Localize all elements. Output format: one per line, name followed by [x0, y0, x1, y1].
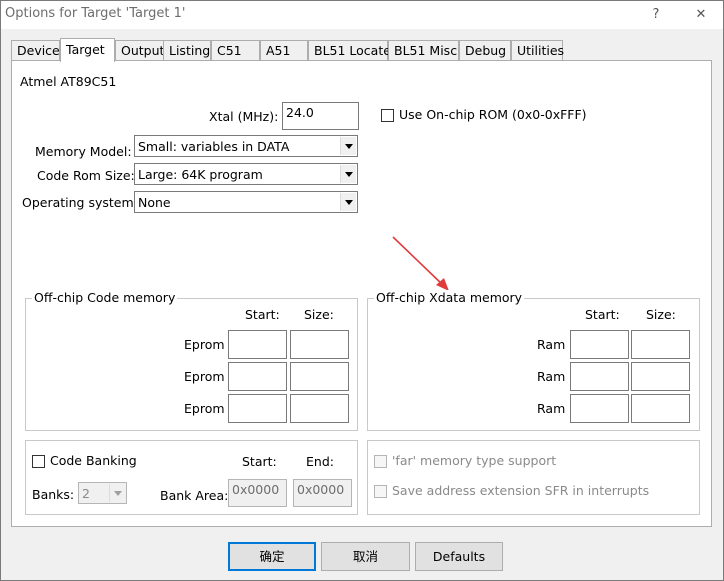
- use-onchip-rom-label: Use On-chip ROM (0x0-0xFFF): [399, 107, 587, 122]
- offchip-code-size-header: Size:: [304, 307, 334, 322]
- annotation-arrow-shaft: [392, 236, 446, 288]
- memory-model-label: Memory Model:: [35, 144, 132, 159]
- chevron-down-icon: [109, 484, 125, 502]
- bank-area-start-input[interactable]: 0x0000: [228, 479, 287, 507]
- tab-debug[interactable]: Debug: [459, 40, 511, 61]
- eprom-start-input[interactable]: [228, 362, 287, 391]
- device-name: Atmel AT89C51: [20, 74, 117, 89]
- offchip-xdata-size-header: Size:: [646, 307, 676, 322]
- far-memory-checkbox[interactable]: [374, 455, 387, 468]
- bank-area-label: Bank Area:: [160, 488, 229, 503]
- code-banking-label: Code Banking: [50, 453, 137, 468]
- save-sfr-label: Save address extension SFR in interrupts: [392, 483, 650, 498]
- use-onchip-rom-checkbox[interactable]: [381, 109, 394, 122]
- cancel-button[interactable]: 取消: [321, 542, 410, 571]
- chevron-down-icon: [340, 193, 356, 211]
- ok-button[interactable]: 确定: [228, 542, 316, 571]
- tab-c51[interactable]: C51: [211, 40, 260, 61]
- eprom-size-input[interactable]: [290, 330, 349, 359]
- offchip-xdata-start-header: Start:: [585, 307, 620, 322]
- operating-system-select[interactable]: None: [134, 191, 358, 213]
- ram-label: Ram: [537, 401, 566, 416]
- chevron-down-icon: [340, 137, 356, 155]
- eprom-label: Eprom: [184, 369, 225, 384]
- ram-label: Ram: [537, 369, 566, 384]
- bank-end-header: End:: [306, 454, 334, 469]
- xtal-label: Xtal (MHz):: [209, 109, 279, 124]
- annotation-arrow: [392, 236, 449, 291]
- window-title: Options for Target 'Target 1': [5, 6, 186, 21]
- code-rom-size-select[interactable]: Large: 64K program: [134, 163, 358, 185]
- tab-a51[interactable]: A51: [260, 40, 308, 61]
- offchip-xdata-title: Off-chip Xdata memory: [374, 290, 525, 305]
- offchip-code-title: Off-chip Code memory: [32, 290, 178, 305]
- bank-area-end-input[interactable]: 0x0000: [293, 479, 352, 507]
- eprom-size-input[interactable]: [290, 362, 349, 391]
- ram-size-input[interactable]: [631, 362, 690, 391]
- code-rom-size-label: Code Rom Size:: [37, 168, 135, 183]
- code-rom-size-value: Large: 64K program: [138, 167, 263, 182]
- far-memory-label: 'far' memory type support: [392, 453, 557, 468]
- eprom-start-input[interactable]: [228, 330, 287, 359]
- operating-system-value: None: [138, 195, 171, 210]
- save-sfr-checkbox[interactable]: [374, 485, 387, 498]
- eprom-label: Eprom: [184, 401, 225, 416]
- defaults-button[interactable]: Defaults: [415, 542, 503, 571]
- tab-listing[interactable]: Listing: [163, 40, 211, 61]
- ram-start-input[interactable]: [570, 330, 629, 359]
- chevron-down-icon: [340, 165, 356, 183]
- bank-start-header: Start:: [242, 454, 277, 469]
- ram-size-input[interactable]: [631, 330, 690, 359]
- memory-model-select[interactable]: Small: variables in DATA: [134, 135, 358, 157]
- help-button[interactable]: ?: [641, 4, 671, 26]
- eprom-start-input[interactable]: [228, 394, 287, 423]
- offchip-code-start-header: Start:: [245, 307, 280, 322]
- ram-start-input[interactable]: [570, 362, 629, 391]
- tab-bl51-locate[interactable]: BL51 Locate: [308, 40, 391, 61]
- memory-model-value: Small: variables in DATA: [138, 139, 290, 154]
- tab-target[interactable]: Target: [60, 38, 115, 62]
- operating-system-label: Operating system:: [22, 195, 138, 210]
- tab-utilities[interactable]: Utilities: [511, 40, 564, 61]
- tab-bl51-misc[interactable]: BL51 Misc: [388, 40, 459, 61]
- extras-group: [367, 440, 700, 515]
- ram-start-input[interactable]: [570, 394, 629, 423]
- eprom-label: Eprom: [184, 337, 225, 352]
- ram-size-input[interactable]: [631, 394, 690, 423]
- close-button[interactable]: ✕: [686, 4, 716, 26]
- xtal-input[interactable]: 24.0: [282, 102, 359, 130]
- options-dialog: Options for Target 'Target 1' ? ✕ Device…: [0, 0, 724, 581]
- tab-device[interactable]: Device: [11, 40, 60, 61]
- ram-label: Ram: [537, 337, 566, 352]
- title-bar: Options for Target 'Target 1' ? ✕: [1, 1, 723, 29]
- eprom-size-input[interactable]: [290, 394, 349, 423]
- banks-value: 2: [82, 486, 90, 501]
- banks-label: Banks:: [32, 487, 75, 502]
- banks-select[interactable]: 2: [78, 482, 127, 504]
- code-banking-checkbox[interactable]: [32, 455, 45, 468]
